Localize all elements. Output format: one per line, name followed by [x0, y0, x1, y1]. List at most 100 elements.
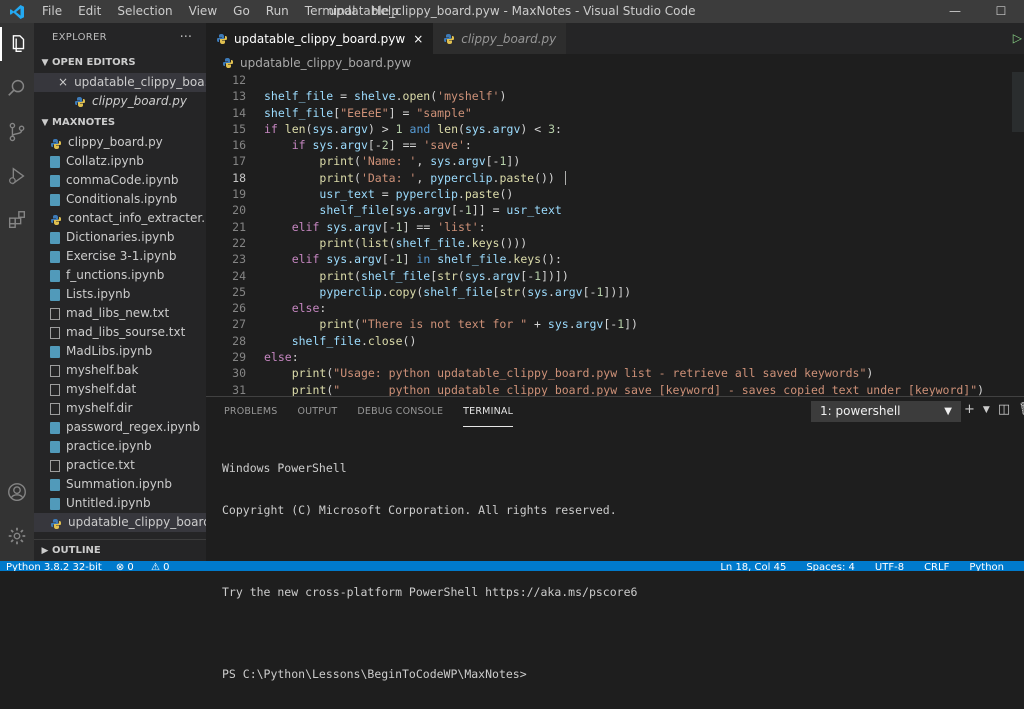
file-item-label: Summation.ipynb — [66, 477, 173, 491]
file-item-label: mad_libs_new.txt — [66, 306, 170, 320]
file-item[interactable]: mad_libs_sourse.txt — [34, 323, 206, 342]
outline-section[interactable]: ▶ OUTLINE — [34, 539, 206, 561]
file-item[interactable]: commaCode.ipynb — [34, 171, 206, 190]
problems-count[interactable]: ⊗ 0 ⚠ 0 — [116, 562, 184, 571]
file-item[interactable]: practice.ipynb — [34, 437, 206, 456]
file-item[interactable]: f_unctions.ipynb — [34, 266, 206, 285]
file-item[interactable]: Summation.ipynb — [34, 475, 206, 494]
chevron-down-icon[interactable]: ▼ — [983, 402, 990, 418]
more-actions-icon[interactable]: ··· — [180, 23, 192, 53]
language-mode[interactable]: Python — [969, 562, 1004, 571]
python-file-icon — [50, 137, 62, 149]
folder-section[interactable]: ▼ MAXNOTES — [34, 113, 206, 133]
terminal-prompt: PS C:\Python\Lessons\BeginToCodeWP\MaxNo… — [222, 666, 527, 681]
terminal-output[interactable]: Windows PowerShell Copyright (C) Microso… — [222, 435, 637, 709]
menu-terminal[interactable]: Terminal — [297, 0, 364, 23]
code-line: 26 else: — [206, 300, 1024, 316]
run-debug-icon[interactable] — [0, 159, 34, 193]
tab-label: updatable_clippy_board.pyw — [234, 31, 406, 46]
code-line: 20 shelf_file[sys.argv[-1]] = usr_text — [206, 202, 1024, 218]
code-line: 25 pyperclip.copy(shelf_file[str(sys.arg… — [206, 284, 1024, 300]
code-line: 23 elif sys.argv[-1] in shelf_file.keys(… — [206, 251, 1024, 267]
file-item[interactable]: myshelf.dat — [34, 380, 206, 399]
file-item[interactable]: Dictionaries.ipynb — [34, 228, 206, 247]
file-item[interactable]: contact_info_extracter.py — [34, 209, 206, 228]
vscode-logo-icon — [0, 0, 34, 23]
file-item[interactable]: mad_libs_new.txt — [34, 304, 206, 323]
tab-output[interactable]: OUTPUT — [297, 398, 337, 426]
line-number: 23 — [232, 252, 246, 267]
bottom-panel: PROBLEMS OUTPUT DEBUG CONSOLE TERMINAL 1… — [206, 396, 1024, 681]
split-terminal-icon[interactable]: ◫ — [998, 402, 1010, 418]
line-ending[interactable]: CRLF — [924, 562, 949, 571]
code-line: 18 print('Data: ', pyperclip.paste()) — [206, 170, 1024, 186]
terminal-select[interactable]: 1: powershell ▼ — [811, 401, 961, 422]
file-item[interactable]: Lists.ipynb — [34, 285, 206, 304]
menu-bar: File Edit Selection View Go Run Terminal… — [34, 0, 407, 23]
account-icon[interactable] — [0, 475, 34, 509]
settings-gear-icon[interactable] — [0, 519, 34, 553]
explorer-icon[interactable] — [0, 27, 34, 61]
menu-view[interactable]: View — [181, 0, 225, 23]
notebook-file-icon — [50, 421, 60, 434]
maximize-icon[interactable]: ☐ — [978, 0, 1024, 23]
menu-selection[interactable]: Selection — [109, 0, 180, 23]
terminal-select-value: 1: powershell — [820, 404, 901, 418]
source-control-icon[interactable] — [0, 115, 34, 149]
tab-debug-console[interactable]: DEBUG CONSOLE — [357, 398, 443, 426]
indentation[interactable]: Spaces: 4 — [806, 562, 855, 571]
file-item[interactable]: Collatz.ipynb — [34, 152, 206, 171]
file-item[interactable]: clippy_board.py — [34, 133, 206, 152]
open-editor-item[interactable]: × updatable_clippy_boa... — [34, 73, 206, 92]
line-number: 25 — [232, 284, 246, 299]
menu-run[interactable]: Run — [258, 0, 297, 23]
code-line: 30 print("Usage: python updatable_clippy… — [206, 365, 1024, 381]
close-icon[interactable]: × — [58, 73, 68, 92]
search-icon[interactable] — [0, 71, 34, 105]
trash-icon[interactable]: 🗑 — [1018, 402, 1024, 418]
file-item[interactable]: Conditionals.ipynb — [34, 190, 206, 209]
menu-help[interactable]: Help — [364, 0, 407, 23]
close-icon[interactable]: × — [413, 32, 423, 46]
code-editor[interactable]: 12 13 shelf_file = shelve.open('myshelf')… — [206, 72, 1024, 414]
code-line: 15 if len(sys.argv) > 1 and len(sys.argv)… — [206, 121, 1024, 137]
tab-clippy-board[interactable]: clippy_board.py — [433, 23, 567, 54]
tab-terminal[interactable]: TERMINAL — [463, 398, 514, 427]
python-file-icon — [217, 33, 227, 44]
new-terminal-icon[interactable]: + — [964, 402, 975, 418]
file-item[interactable]: password_regex.ipynb — [34, 418, 206, 437]
line-number: 15 — [232, 121, 246, 136]
line-number: 16 — [232, 138, 246, 153]
notebook-file-icon — [50, 193, 60, 206]
file-item[interactable]: updatable_clippy_board.pyw — [34, 513, 206, 532]
errors-count: ⊗ 0 — [115, 562, 134, 571]
minimap[interactable] — [1012, 72, 1024, 132]
warnings-count: ⚠ 0 — [150, 562, 170, 571]
open-editor-item[interactable]: clippy_board.py — [34, 92, 206, 111]
extensions-icon[interactable] — [0, 203, 34, 237]
file-item[interactable]: Untitled.ipynb — [34, 494, 206, 513]
encoding[interactable]: UTF-8 — [875, 562, 904, 571]
run-file-icon[interactable]: ▷ — [1013, 31, 1022, 45]
file-item-label: myshelf.bak — [66, 363, 139, 377]
notebook-file-icon — [50, 231, 60, 244]
file-item[interactable]: Exercise 3-1.ipynb — [34, 247, 206, 266]
minimize-icon[interactable]: — — [932, 0, 978, 23]
file-item[interactable]: MadLibs.ipynb — [34, 342, 206, 361]
status-bar: Python 3.8.2 32-bit ⊗ 0 ⚠ 0 Ln 18, Col 4… — [0, 561, 1024, 571]
line-number: 21 — [232, 219, 246, 234]
menu-file[interactable]: File — [34, 0, 70, 23]
file-item[interactable]: myshelf.dir — [34, 399, 206, 418]
line-number: 17 — [232, 154, 246, 169]
menu-edit[interactable]: Edit — [70, 0, 109, 23]
python-interpreter[interactable]: Python 3.8.2 32-bit — [6, 562, 102, 571]
tab-problems[interactable]: PROBLEMS — [224, 398, 277, 426]
file-item[interactable]: myshelf.bak — [34, 361, 206, 380]
tab-updatable-clippy-board[interactable]: updatable_clippy_board.pyw × — [206, 23, 434, 54]
breadcrumb-file[interactable]: updatable_clippy_board.pyw — [240, 54, 411, 72]
cursor-position[interactable]: Ln 18, Col 45 — [720, 562, 786, 571]
open-editors-section[interactable]: ▼ OPEN EDITORS — [34, 53, 206, 73]
chevron-down-icon: ▼ — [41, 58, 49, 68]
file-item[interactable]: practice.txt — [34, 456, 206, 475]
menu-go[interactable]: Go — [225, 0, 258, 23]
